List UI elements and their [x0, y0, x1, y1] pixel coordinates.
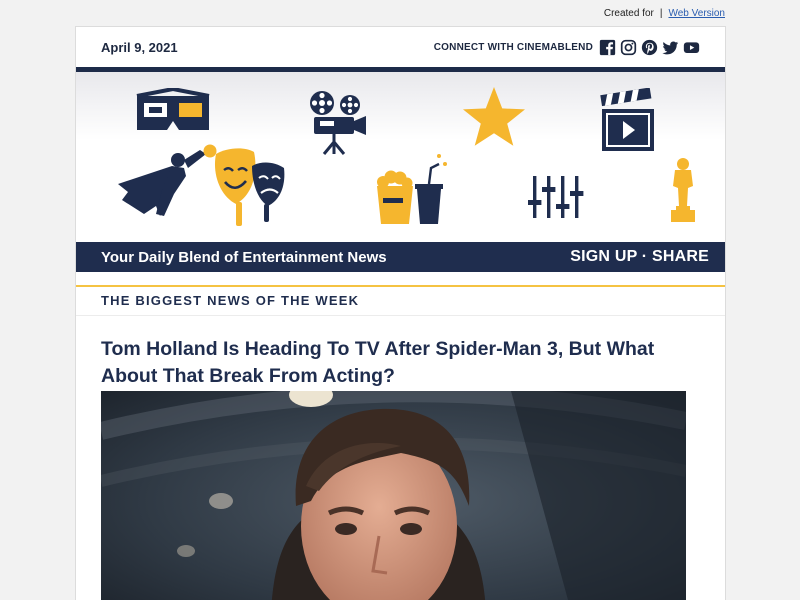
section-heading: THE BIGGEST NEWS OF THE WEEK [101, 293, 360, 308]
header-bar: April 9, 2021 CONNECT WITH CINEMABLEND [76, 27, 725, 67]
popcorn-soda-icon [377, 154, 447, 224]
newsletter-card: April 9, 2021 CONNECT WITH CINEMABLEND Y… [75, 26, 726, 600]
preheader: Created for | Web Version [604, 8, 725, 19]
award-statue-icon [671, 158, 695, 222]
clapperboard-icon [600, 88, 654, 151]
tagline: Your Daily Blend of Entertainment News [101, 248, 387, 266]
icon-banner [76, 72, 725, 242]
equalizer-icon [528, 176, 584, 218]
film-projector-icon [310, 91, 366, 155]
pinterest-icon[interactable] [641, 39, 658, 56]
facebook-icon[interactable] [599, 39, 616, 56]
gold-divider [76, 285, 725, 287]
web-version-link[interactable]: Web Version [668, 8, 725, 19]
instagram-icon[interactable] [620, 39, 637, 56]
social-connect: CONNECT WITH CINEMABLEND [434, 39, 700, 56]
created-for-text: Created for [603, 8, 654, 19]
star-icon [463, 87, 525, 146]
signup-share-link[interactable]: SIGN UP · SHARE [570, 248, 709, 266]
connect-label: CONNECT WITH CINEMABLEND [433, 41, 593, 53]
3d-glasses-icon [136, 88, 210, 130]
section-divider [76, 315, 725, 316]
article-headline[interactable]: Tom Holland Is Heading To TV After Spide… [101, 336, 711, 390]
theater-masks-icon [214, 148, 285, 226]
issue-date: April 9, 2021 [101, 39, 178, 55]
superhero-icon [118, 144, 217, 216]
youtube-icon[interactable] [683, 39, 700, 56]
twitter-icon[interactable] [662, 39, 679, 56]
preheader-separator: | [659, 8, 663, 19]
article-hero-image[interactable] [101, 391, 686, 600]
tagline-bar: Your Daily Blend of Entertainment News S… [76, 242, 725, 272]
